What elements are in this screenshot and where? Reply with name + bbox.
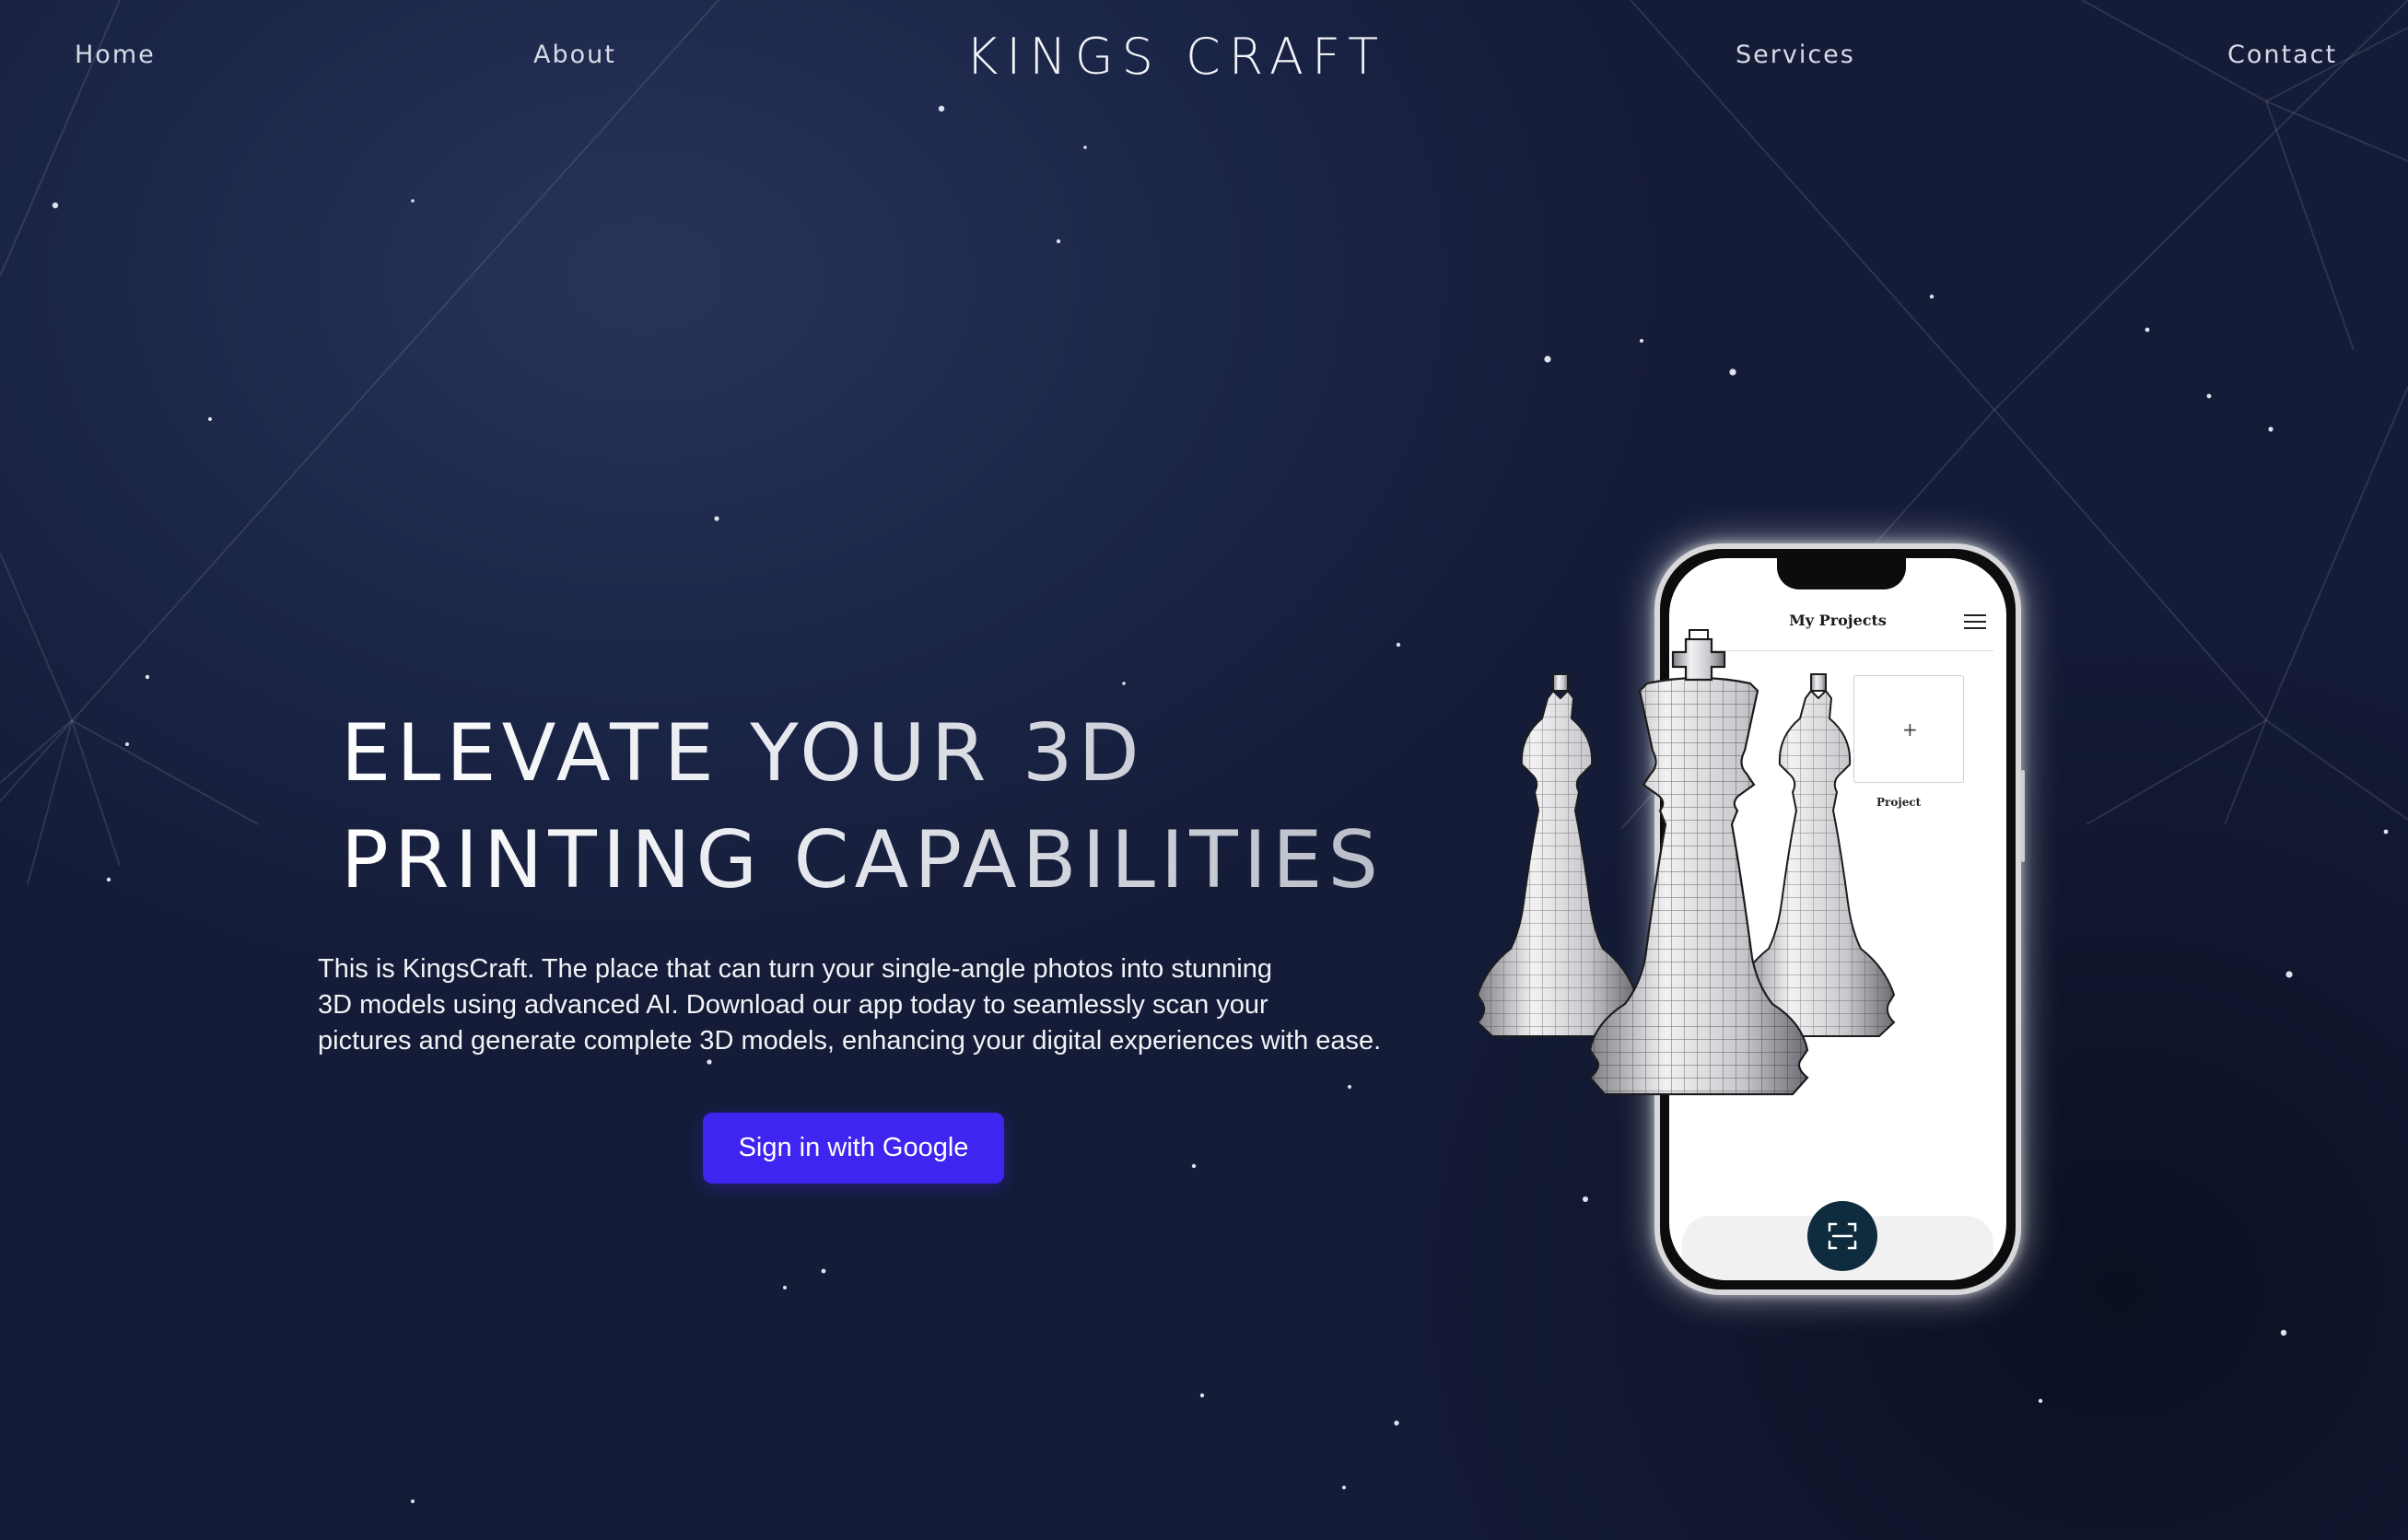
chess-queen-left (1476, 673, 1638, 1037)
hero-description-line-3: pictures and generate complete 3D models… (318, 1026, 1382, 1056)
nav-about-link[interactable]: About (533, 41, 616, 69)
nav-contact-link[interactable]: Contact (2227, 41, 2337, 69)
hero-headline-line-1: ELEVATE YOUR 3D (341, 707, 1145, 799)
sign-in-with-google-button[interactable]: Sign in with Google (703, 1113, 1004, 1184)
phone-notch (1777, 558, 1906, 589)
hero-headline-line-2: PRINTING CAPABILITIES (341, 814, 1385, 906)
nav-home-link[interactable]: Home (75, 41, 156, 69)
hero-description-line-2: 3D models using advanced AI. Download ou… (318, 990, 1268, 1020)
hero-description-line-1: This is KingsCraft. The place that can t… (318, 954, 1272, 984)
nav-services-link[interactable]: Services (1736, 41, 1855, 69)
chess-pieces-illustration (1476, 629, 1896, 1096)
hero-description: This is KingsCraft. The place that can t… (318, 951, 1405, 1059)
hero-headline: ELEVATE YOUR 3D PRINTING CAPABILITIES (341, 700, 1384, 914)
chess-king-center (1588, 629, 1809, 1096)
scan-button[interactable] (1807, 1201, 1877, 1271)
phone-side-button (2021, 770, 2025, 862)
scan-icon (1828, 1222, 1857, 1250)
brand-logo[interactable]: KINGS CRAFT (965, 28, 1380, 86)
